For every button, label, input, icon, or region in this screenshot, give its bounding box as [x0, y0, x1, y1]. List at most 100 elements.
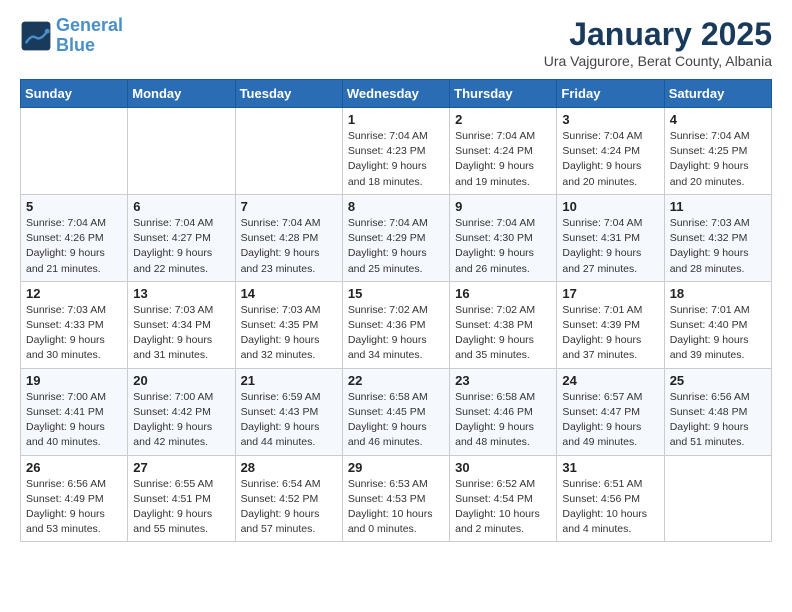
day-cell: 31Sunrise: 6:51 AM Sunset: 4:56 PM Dayli…	[557, 455, 664, 542]
day-info: Sunrise: 7:03 AM Sunset: 4:33 PM Dayligh…	[26, 303, 122, 364]
day-number: 13	[133, 286, 229, 301]
weekday-header-wednesday: Wednesday	[342, 80, 449, 108]
day-info: Sunrise: 6:54 AM Sunset: 4:52 PM Dayligh…	[241, 477, 337, 538]
day-cell: 19 Sunrise: 7:00 AM Sunset: 4:41 PM Dayli…	[21, 368, 128, 455]
day-number: 26	[26, 460, 122, 475]
day-number: 30	[455, 460, 551, 475]
day-cell	[664, 455, 771, 542]
header: General Blue January 2025 Ura Vajgurore,…	[20, 16, 772, 69]
calendar-table: SundayMondayTuesdayWednesdayThursdayFrid…	[20, 79, 772, 542]
day-number: 8	[348, 199, 444, 214]
day-number: 3	[562, 112, 658, 127]
day-info: Sunrise: 7:04 AM Sunset: 4:24 PM Dayligh…	[562, 129, 658, 190]
day-cell: 13 Sunrise: 7:03 AM Sunset: 4:34 PM Dayli…	[128, 281, 235, 368]
logo-text: General Blue	[56, 16, 123, 56]
day-info: Sunrise: 7:03 AM Sunset: 4:32 PM Dayligh…	[670, 216, 766, 277]
day-number: 9	[455, 199, 551, 214]
day-number: 19	[26, 373, 122, 388]
weekday-header-saturday: Saturday	[664, 80, 771, 108]
day-number: 10	[562, 199, 658, 214]
day-number: 6	[133, 199, 229, 214]
day-number: 28	[241, 460, 337, 475]
day-number: 22	[348, 373, 444, 388]
day-cell	[128, 108, 235, 195]
day-info: Sunrise: 6:58 AM Sunset: 4:45 PM Dayligh…	[348, 390, 444, 451]
day-info: Sunrise: 7:04 AM Sunset: 4:30 PM Dayligh…	[455, 216, 551, 277]
day-number: 11	[670, 199, 766, 214]
day-number: 27	[133, 460, 229, 475]
day-cell: 3 Sunrise: 7:04 AM Sunset: 4:24 PM Daylig…	[557, 108, 664, 195]
day-info: Sunrise: 7:04 AM Sunset: 4:24 PM Dayligh…	[455, 129, 551, 190]
day-cell: 17 Sunrise: 7:01 AM Sunset: 4:39 PM Dayli…	[557, 281, 664, 368]
day-cell: 24 Sunrise: 6:57 AM Sunset: 4:47 PM Dayli…	[557, 368, 664, 455]
weekday-header-friday: Friday	[557, 80, 664, 108]
day-number: 24	[562, 373, 658, 388]
logo-blue: Blue	[56, 35, 95, 55]
day-info: Sunrise: 7:03 AM Sunset: 4:35 PM Dayligh…	[241, 303, 337, 364]
day-number: 23	[455, 373, 551, 388]
day-info: Sunrise: 7:01 AM Sunset: 4:40 PM Dayligh…	[670, 303, 766, 364]
day-info: Sunrise: 7:04 AM Sunset: 4:27 PM Dayligh…	[133, 216, 229, 277]
subtitle: Ura Vajgurore, Berat County, Albania	[544, 53, 772, 69]
day-info: Sunrise: 7:04 AM Sunset: 4:23 PM Dayligh…	[348, 129, 444, 190]
day-info: Sunrise: 7:04 AM Sunset: 4:29 PM Dayligh…	[348, 216, 444, 277]
weekday-header-sunday: Sunday	[21, 80, 128, 108]
day-info: Sunrise: 6:57 AM Sunset: 4:47 PM Dayligh…	[562, 390, 658, 451]
day-cell: 25Sunrise: 6:56 AM Sunset: 4:48 PM Dayli…	[664, 368, 771, 455]
day-cell: 2Sunrise: 7:04 AM Sunset: 4:24 PM Daylig…	[450, 108, 557, 195]
day-info: Sunrise: 7:01 AM Sunset: 4:39 PM Dayligh…	[562, 303, 658, 364]
day-info: Sunrise: 6:59 AM Sunset: 4:43 PM Dayligh…	[241, 390, 337, 451]
week-row-3: 12Sunrise: 7:03 AM Sunset: 4:33 PM Dayli…	[21, 281, 772, 368]
day-cell: 6 Sunrise: 7:04 AM Sunset: 4:27 PM Daylig…	[128, 194, 235, 281]
day-info: Sunrise: 7:04 AM Sunset: 4:28 PM Dayligh…	[241, 216, 337, 277]
day-cell: 20Sunrise: 7:00 AM Sunset: 4:42 PM Dayli…	[128, 368, 235, 455]
day-cell: 12Sunrise: 7:03 AM Sunset: 4:33 PM Dayli…	[21, 281, 128, 368]
day-number: 21	[241, 373, 337, 388]
weekday-header-tuesday: Tuesday	[235, 80, 342, 108]
day-number: 14	[241, 286, 337, 301]
day-info: Sunrise: 7:04 AM Sunset: 4:31 PM Dayligh…	[562, 216, 658, 277]
day-number: 17	[562, 286, 658, 301]
logo: General Blue	[20, 16, 123, 56]
day-number: 5	[26, 199, 122, 214]
day-cell: 29 Sunrise: 6:53 AM Sunset: 4:53 PM Dayli…	[342, 455, 449, 542]
day-cell	[235, 108, 342, 195]
day-info: Sunrise: 7:00 AM Sunset: 4:42 PM Dayligh…	[133, 390, 229, 451]
day-cell: 18Sunrise: 7:01 AM Sunset: 4:40 PM Dayli…	[664, 281, 771, 368]
week-row-4: 19 Sunrise: 7:00 AM Sunset: 4:41 PM Dayli…	[21, 368, 772, 455]
page: General Blue January 2025 Ura Vajgurore,…	[0, 0, 792, 558]
day-info: Sunrise: 7:00 AM Sunset: 4:41 PM Dayligh…	[26, 390, 122, 451]
day-cell: 23Sunrise: 6:58 AM Sunset: 4:46 PM Dayli…	[450, 368, 557, 455]
day-cell: 30 Sunrise: 6:52 AM Sunset: 4:54 PM Dayli…	[450, 455, 557, 542]
main-title: January 2025	[544, 16, 772, 53]
day-info: Sunrise: 6:53 AM Sunset: 4:53 PM Dayligh…	[348, 477, 444, 538]
day-number: 25	[670, 373, 766, 388]
day-info: Sunrise: 7:04 AM Sunset: 4:26 PM Dayligh…	[26, 216, 122, 277]
day-number: 29	[348, 460, 444, 475]
day-info: Sunrise: 7:03 AM Sunset: 4:34 PM Dayligh…	[133, 303, 229, 364]
day-info: Sunrise: 6:55 AM Sunset: 4:51 PM Dayligh…	[133, 477, 229, 538]
day-cell: 8 Sunrise: 7:04 AM Sunset: 4:29 PM Daylig…	[342, 194, 449, 281]
day-number: 7	[241, 199, 337, 214]
day-info: Sunrise: 7:02 AM Sunset: 4:38 PM Dayligh…	[455, 303, 551, 364]
day-number: 16	[455, 286, 551, 301]
day-info: Sunrise: 6:56 AM Sunset: 4:49 PM Dayligh…	[26, 477, 122, 538]
day-number: 15	[348, 286, 444, 301]
logo-icon	[20, 20, 52, 52]
weekday-header-row: SundayMondayTuesdayWednesdayThursdayFrid…	[21, 80, 772, 108]
day-cell: 28 Sunrise: 6:54 AM Sunset: 4:52 PM Dayli…	[235, 455, 342, 542]
week-row-5: 26 Sunrise: 6:56 AM Sunset: 4:49 PM Dayli…	[21, 455, 772, 542]
week-row-2: 5 Sunrise: 7:04 AM Sunset: 4:26 PM Daylig…	[21, 194, 772, 281]
day-info: Sunrise: 7:04 AM Sunset: 4:25 PM Dayligh…	[670, 129, 766, 190]
week-row-1: 1Sunrise: 7:04 AM Sunset: 4:23 PM Daylig…	[21, 108, 772, 195]
day-cell: 11 Sunrise: 7:03 AM Sunset: 4:32 PM Dayli…	[664, 194, 771, 281]
day-number: 31	[562, 460, 658, 475]
day-info: Sunrise: 6:52 AM Sunset: 4:54 PM Dayligh…	[455, 477, 551, 538]
day-cell	[21, 108, 128, 195]
day-cell: 10 Sunrise: 7:04 AM Sunset: 4:31 PM Dayli…	[557, 194, 664, 281]
weekday-header-monday: Monday	[128, 80, 235, 108]
day-info: Sunrise: 7:02 AM Sunset: 4:36 PM Dayligh…	[348, 303, 444, 364]
day-number: 4	[670, 112, 766, 127]
day-cell: 27 Sunrise: 6:55 AM Sunset: 4:51 PM Dayli…	[128, 455, 235, 542]
day-cell: 1Sunrise: 7:04 AM Sunset: 4:23 PM Daylig…	[342, 108, 449, 195]
